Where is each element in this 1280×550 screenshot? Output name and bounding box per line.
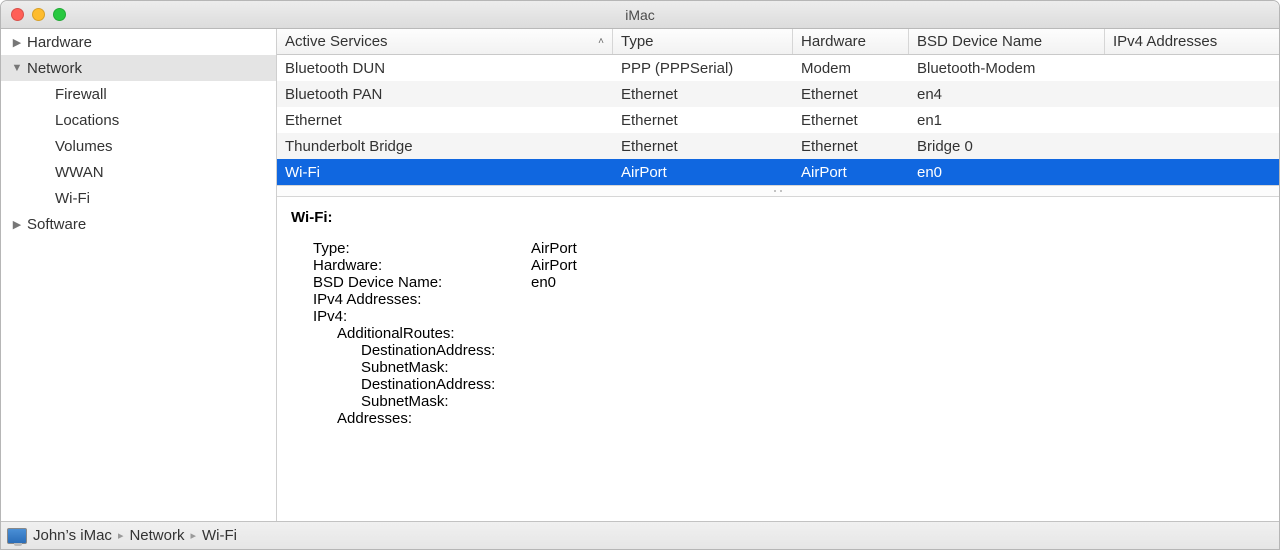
cell-type: Ethernet	[613, 112, 793, 129]
sidebar-item-label: Wi-Fi	[55, 190, 90, 207]
path-bar: John’s iMac ▸ Network ▸ Wi-Fi	[1, 521, 1279, 549]
cell-service: Ethernet	[277, 112, 613, 129]
detail-value: AirPort	[531, 240, 577, 257]
path-item[interactable]: Network	[129, 527, 184, 544]
table-row[interactable]: Wi-Fi AirPort AirPort en0	[277, 159, 1279, 185]
detail-key: Hardware:	[291, 257, 531, 274]
cell-type: PPP (PPPSerial)	[613, 60, 793, 77]
sidebar-item-hardware[interactable]: ▶ Hardware	[1, 29, 276, 55]
main-split: ▶ Hardware ▼ Network Firewall Locations …	[1, 29, 1279, 521]
sidebar-item-label: Volumes	[55, 138, 113, 155]
disclosure-right-icon[interactable]: ▶	[11, 218, 23, 231]
table-row[interactable]: Thunderbolt Bridge Ethernet Ethernet Bri…	[277, 133, 1279, 159]
table-header: Active Services ˄ Type Hardware BSD Devi…	[277, 29, 1279, 55]
sidebar-item-label: Software	[27, 216, 86, 233]
detail-row: IPv4 Addresses:	[291, 291, 1265, 308]
disclosure-right-icon[interactable]: ▶	[11, 36, 23, 49]
sidebar-item-locations[interactable]: Locations	[1, 107, 276, 133]
chevron-right-icon: ▸	[118, 529, 124, 542]
sidebar: ▶ Hardware ▼ Network Firewall Locations …	[1, 29, 277, 521]
cell-hardware: Ethernet	[793, 138, 909, 155]
cell-bsd: en0	[909, 164, 1105, 181]
cell-service: Bluetooth PAN	[277, 86, 613, 103]
cell-bsd: en1	[909, 112, 1105, 129]
cell-hardware: Ethernet	[793, 112, 909, 129]
sort-ascending-icon: ˄	[598, 36, 604, 47]
sidebar-item-wifi[interactable]: Wi-Fi	[1, 185, 276, 211]
sidebar-item-volumes[interactable]: Volumes	[1, 133, 276, 159]
column-ipv4-addresses[interactable]: IPv4 Addresses	[1105, 29, 1279, 54]
cell-type: AirPort	[613, 164, 793, 181]
sidebar-item-label: Locations	[55, 112, 119, 129]
cell-bsd: Bluetooth-Modem	[909, 60, 1105, 77]
column-label: IPv4 Addresses	[1113, 33, 1217, 50]
column-active-services[interactable]: Active Services ˄	[277, 29, 613, 54]
table-row[interactable]: Bluetooth PAN Ethernet Ethernet en4	[277, 81, 1279, 107]
cell-type: Ethernet	[613, 86, 793, 103]
detail-row: IPv4:	[291, 308, 1265, 325]
column-type[interactable]: Type	[613, 29, 793, 54]
table-body: Bluetooth DUN PPP (PPPSerial) Modem Blue…	[277, 55, 1279, 185]
detail-key: BSD Device Name:	[291, 274, 531, 291]
detail-nested: AdditionalRoutes:	[291, 325, 1265, 342]
path-item[interactable]: Wi-Fi	[202, 527, 237, 544]
cell-bsd: Bridge 0	[909, 138, 1105, 155]
detail-value: en0	[531, 274, 556, 291]
detail-title: Wi-Fi:	[291, 209, 1265, 226]
content-pane: Active Services ˄ Type Hardware BSD Devi…	[277, 29, 1279, 521]
chevron-right-icon: ▸	[190, 529, 196, 542]
detail-nested: SubnetMask:	[291, 393, 1265, 410]
table-row[interactable]: Bluetooth DUN PPP (PPPSerial) Modem Blue…	[277, 55, 1279, 81]
close-icon[interactable]	[11, 8, 24, 21]
detail-nested: DestinationAddress:	[291, 376, 1265, 393]
window-controls	[1, 8, 66, 21]
detail-key: IPv4 Addresses:	[291, 291, 531, 308]
cell-type: Ethernet	[613, 138, 793, 155]
detail-value: AirPort	[531, 257, 577, 274]
sidebar-item-software[interactable]: ▶ Software	[1, 211, 276, 237]
detail-row: Type: AirPort	[291, 240, 1265, 257]
detail-row: Hardware: AirPort	[291, 257, 1265, 274]
split-handle[interactable]	[277, 185, 1279, 197]
sidebar-item-label: WWAN	[55, 164, 104, 181]
column-label: Type	[621, 33, 654, 50]
cell-service: Thunderbolt Bridge	[277, 138, 613, 155]
sidebar-item-firewall[interactable]: Firewall	[1, 81, 276, 107]
sidebar-item-label: Hardware	[27, 34, 92, 51]
zoom-icon[interactable]	[53, 8, 66, 21]
cell-hardware: Modem	[793, 60, 909, 77]
column-label: Hardware	[801, 33, 866, 50]
sidebar-item-label: Firewall	[55, 86, 107, 103]
cell-hardware: AirPort	[793, 164, 909, 181]
table-row[interactable]: Ethernet Ethernet Ethernet en1	[277, 107, 1279, 133]
column-bsd-device-name[interactable]: BSD Device Name	[909, 29, 1105, 54]
detail-nested: DestinationAddress:	[291, 342, 1265, 359]
cell-service: Bluetooth DUN	[277, 60, 613, 77]
window-title: iMac	[1, 7, 1279, 23]
sidebar-item-wwan[interactable]: WWAN	[1, 159, 276, 185]
cell-bsd: en4	[909, 86, 1105, 103]
grip-icon	[773, 189, 783, 193]
detail-key: Type:	[291, 240, 531, 257]
disclosure-down-icon[interactable]: ▼	[11, 62, 23, 74]
detail-key: IPv4:	[291, 308, 531, 325]
path-item[interactable]: John’s iMac	[33, 527, 112, 544]
minimize-icon[interactable]	[32, 8, 45, 21]
column-hardware[interactable]: Hardware	[793, 29, 909, 54]
cell-hardware: Ethernet	[793, 86, 909, 103]
detail-pane: Wi-Fi: Type: AirPort Hardware: AirPort B…	[277, 197, 1279, 521]
detail-row: BSD Device Name: en0	[291, 274, 1265, 291]
column-label: Active Services	[285, 33, 388, 50]
detail-nested: SubnetMask:	[291, 359, 1265, 376]
column-label: BSD Device Name	[917, 33, 1042, 50]
titlebar: iMac	[1, 1, 1279, 29]
sidebar-item-network[interactable]: ▼ Network	[1, 55, 276, 81]
computer-icon	[7, 528, 27, 544]
sidebar-item-label: Network	[27, 60, 82, 77]
cell-service: Wi-Fi	[277, 164, 613, 181]
detail-nested: Addresses:	[291, 410, 1265, 427]
